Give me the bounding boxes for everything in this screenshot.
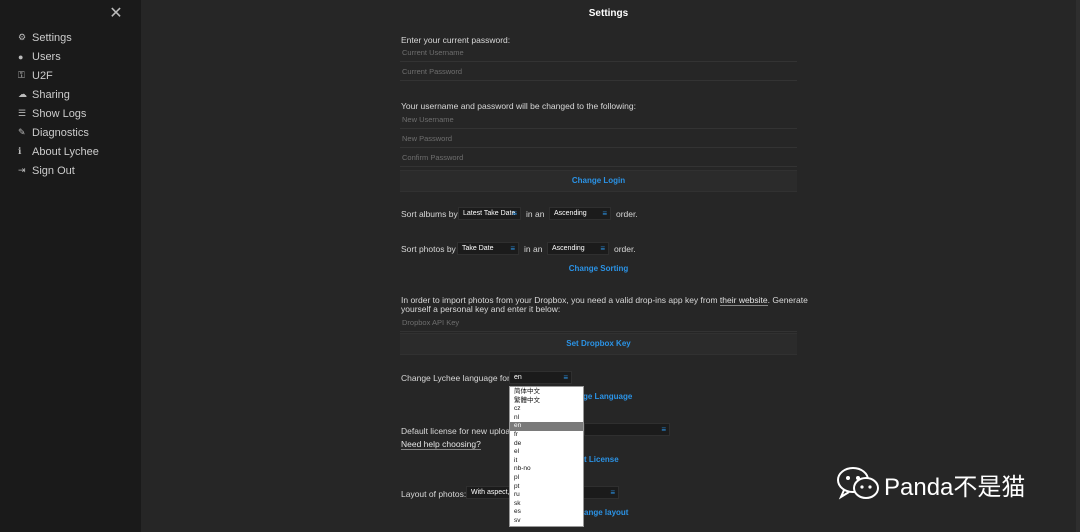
page-title: Settings: [588, 8, 629, 19]
dropbox-key-field[interactable]: Dropbox API Key: [400, 313, 797, 332]
sidebar-item-label: Diagnostics: [32, 126, 89, 139]
language-dropdown-list[interactable]: 简体中文 繁體中文 cz nl en fr de el it nb-no pl …: [509, 386, 584, 527]
dropbox-intro-text-2: . Generate: [767, 295, 808, 305]
watermark: Panda不是猫: [836, 466, 1025, 502]
license-help-anchor[interactable]: Need help choosing?: [401, 439, 481, 450]
license-select[interactable]: ≡: [584, 423, 670, 436]
sort-photos-order-value: Ascending: [552, 245, 585, 252]
change-sorting-button[interactable]: Change Sorting: [400, 259, 797, 279]
sidebar-item-label: U2F: [32, 69, 53, 82]
sort-photos-by-value: Take Date: [462, 245, 494, 252]
language-option[interactable]: it: [510, 457, 583, 466]
info-icon: ℹ: [18, 146, 22, 156]
language-option[interactable]: de: [510, 440, 583, 449]
language-option[interactable]: ru: [510, 491, 583, 500]
wrench-icon: ✎: [18, 127, 26, 137]
sidebar-item-diagnostics[interactable]: ✎ Diagnostics: [0, 123, 141, 142]
layout-value: With aspect,: [471, 489, 510, 496]
menu-icon: ≡: [610, 488, 615, 497]
list-icon: ☰: [18, 108, 27, 118]
cloud-icon: ☁: [18, 89, 27, 99]
sidebar-item-label: Show Logs: [32, 107, 87, 120]
sort-photos-mid: in an: [524, 244, 543, 254]
sort-photos-order-select[interactable]: Ascending ≡: [547, 242, 609, 255]
sort-photos-prefix: Sort photos by: [401, 244, 456, 254]
sidebar-item-sharing[interactable]: ☁ Sharing: [0, 85, 141, 104]
menu-icon: ≡: [661, 425, 666, 434]
key-icon: ⚿: [18, 70, 25, 80]
sidebar-menu: ⚙ Settings ● Users ⚿ U2F ☁ Sharing ☰ Show Log…: [0, 28, 141, 180]
language-select[interactable]: en ≡: [509, 371, 572, 384]
language-option[interactable]: pt: [510, 483, 583, 492]
sidebar-item-about[interactable]: ℹ About Lychee: [0, 142, 141, 161]
user-icon: ●: [18, 51, 24, 62]
sort-albums-suffix: order.: [616, 209, 638, 219]
language-option[interactable]: es: [510, 508, 583, 517]
language-option[interactable]: nl: [510, 414, 583, 423]
license-label: Default license for new uploads: [401, 426, 520, 436]
menu-icon: ≡: [512, 209, 517, 218]
change-login-button[interactable]: Change Login: [400, 170, 797, 192]
sidebar-item-label: About Lychee: [32, 145, 99, 158]
watermark-text: Panda不是猫: [884, 473, 1026, 501]
language-option[interactable]: pl: [510, 474, 583, 483]
close-icon[interactable]: ✕: [108, 5, 124, 23]
set-dropbox-key-button[interactable]: Set Dropbox Key: [400, 333, 797, 355]
language-option[interactable]: 繁體中文: [510, 397, 583, 406]
language-option[interactable]: 简体中文: [510, 388, 583, 397]
current-username-field[interactable]: Current Username: [400, 43, 797, 62]
language-option[interactable]: nb-no: [510, 465, 583, 474]
confirm-password-field[interactable]: Confirm Password: [400, 148, 797, 167]
new-username-field[interactable]: New Username: [400, 110, 797, 129]
layout-label: Layout of photos:: [401, 489, 467, 499]
license-help-link[interactable]: Need help choosing?: [401, 439, 481, 450]
new-password-field[interactable]: New Password: [400, 129, 797, 148]
menu-icon: ≡: [600, 244, 605, 253]
sort-photos-suffix: order.: [614, 244, 636, 254]
sidebar-item-show-logs[interactable]: ☰ Show Logs: [0, 104, 141, 123]
sign-out-icon: ⇥: [18, 165, 26, 175]
change-language-button[interactable]: ge Language: [583, 392, 632, 401]
dropbox-website-link[interactable]: their website: [719, 295, 768, 306]
set-license-button[interactable]: t License: [584, 455, 619, 464]
sort-albums-by-select[interactable]: Latest Take Date ≡: [458, 207, 521, 220]
language-option[interactable]: cz: [510, 405, 583, 414]
sort-albums-order-select[interactable]: Ascending ≡: [549, 207, 611, 220]
sidebar-item-settings[interactable]: ⚙ Settings: [0, 28, 141, 47]
scrollbar[interactable]: [1076, 0, 1080, 532]
menu-icon: ≡: [563, 373, 568, 382]
sidebar-item-sign-out[interactable]: ⇥ Sign Out: [0, 161, 141, 180]
gear-icon: ⚙: [18, 32, 27, 42]
sort-albums-order-value: Ascending: [554, 210, 587, 217]
wechat-icon: [837, 467, 879, 500]
menu-icon: ≡: [602, 209, 607, 218]
sidebar-item-label: Sharing: [32, 88, 70, 101]
language-option-selected[interactable]: en: [510, 422, 583, 431]
sort-albums-prefix: Sort albums by: [401, 209, 458, 219]
language-option[interactable]: fr: [510, 431, 583, 440]
sort-albums-by-value: Latest Take Date: [463, 210, 516, 217]
sidebar-item-label: Settings: [32, 31, 72, 44]
sidebar-item-label: Users: [32, 50, 61, 63]
sidebar-item-label: Sign Out: [32, 164, 75, 177]
language-option[interactable]: sk: [510, 500, 583, 509]
sort-photos-by-select[interactable]: Take Date ≡: [457, 242, 519, 255]
language-option[interactable]: el: [510, 448, 583, 457]
settings-sidebar: ✕ ⚙ Settings ● Users ⚿ U2F ☁ Sharing ☰ Show L…: [0, 0, 141, 532]
language-label: Change Lychee language for:: [401, 373, 513, 383]
sidebar-item-u2f[interactable]: ⚿ U2F: [0, 66, 141, 85]
language-value: en: [514, 374, 522, 381]
menu-icon: ≡: [510, 244, 515, 253]
current-password-field[interactable]: Current Password: [400, 62, 797, 81]
language-option[interactable]: sv: [510, 517, 583, 526]
sort-albums-mid: in an: [526, 209, 545, 219]
sidebar-item-users[interactable]: ● Users: [0, 47, 141, 66]
change-layout-button[interactable]: ange layout: [584, 508, 628, 517]
